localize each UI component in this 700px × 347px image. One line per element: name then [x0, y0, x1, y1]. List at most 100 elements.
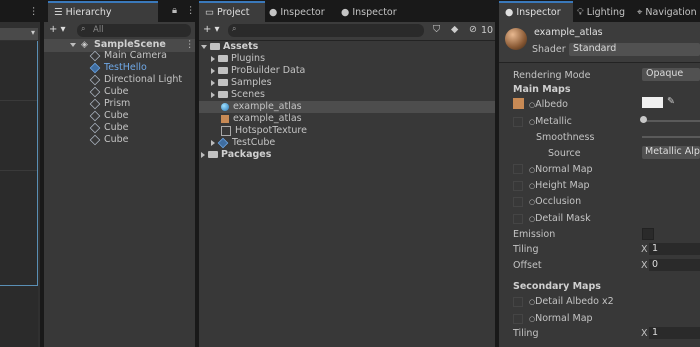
gameobject-icon — [89, 134, 101, 145]
hidden-packages-icon[interactable]: ⊘ — [469, 24, 477, 35]
packages-folder[interactable]: Packages — [201, 149, 271, 161]
normal-map-label[interactable]: ○Normal Map — [529, 164, 593, 175]
list-item[interactable]: HotspotTexture — [221, 125, 307, 137]
normal-map-2-label[interactable]: ○Normal Map — [529, 313, 593, 324]
list-item[interactable]: Plugins — [211, 53, 265, 65]
offset-x-value: 0 — [652, 259, 659, 270]
detail-albedo-texture-slot[interactable] — [513, 297, 523, 307]
tab-inspector[interactable]: ● Inspector — [263, 3, 331, 22]
offset-label: Offset — [513, 260, 542, 271]
more-options-icon[interactable]: ⋮ — [29, 6, 39, 17]
list-item[interactable]: Prism — [89, 98, 130, 110]
grid-line — [0, 100, 38, 101]
tiling-label: Tiling — [513, 244, 539, 255]
detail-mask-texture-slot[interactable] — [513, 214, 523, 224]
metallic-slider[interactable] — [642, 120, 700, 122]
tiling-x-value: 1 — [652, 243, 659, 254]
more-options-icon[interactable]: ⋮ — [185, 39, 195, 51]
emission-checkbox[interactable] — [642, 228, 654, 240]
height-map-texture-slot[interactable] — [513, 181, 523, 191]
offset-x-field[interactable]: 0 — [649, 259, 700, 271]
occlusion-texture-slot[interactable] — [513, 197, 523, 207]
metallic-label[interactable]: ○Metallic — [529, 116, 572, 127]
scene-grid — [0, 41, 38, 347]
list-item[interactable]: Scenes — [211, 89, 265, 101]
scene-dropdown[interactable]: ▾ — [0, 28, 38, 40]
light-bulb-icon: 💡︎ — [577, 7, 584, 18]
scene-toolbar: ⋮ — [0, 0, 40, 22]
tab-inspector[interactable]: ● Inspector — [335, 3, 403, 22]
assets-folder[interactable]: Assets — [201, 41, 258, 53]
list-item[interactable]: ProBuilder Data — [211, 65, 305, 77]
script-icon — [221, 125, 231, 136]
main-maps-heading: Main Maps — [513, 84, 571, 95]
shader-label: Shader — [532, 44, 566, 55]
search-icon: ⌕ — [81, 24, 86, 33]
tab-inspector[interactable]: ● Inspector — [499, 1, 573, 22]
list-item-label: example_atlas — [233, 101, 302, 112]
list-item[interactable]: Samples — [211, 77, 272, 89]
tiling-x-field[interactable]: 1 — [649, 243, 700, 255]
search-input[interactable]: ⌕ All — [77, 24, 191, 37]
metallic-slider-handle[interactable] — [640, 116, 647, 123]
list-item[interactable]: Cube — [89, 122, 129, 134]
source-value: Metallic Alph — [645, 146, 700, 157]
filter-by-type-icon[interactable]: ⛉ — [433, 24, 440, 35]
list-item[interactable]: Main Camera — [89, 50, 167, 62]
folder-label: Assets — [223, 41, 259, 52]
tab-project[interactable]: ▭ Project — [199, 1, 265, 22]
normal-map-2-texture-slot[interactable] — [513, 314, 523, 324]
list-item[interactable]: TestCube — [211, 137, 275, 149]
search-input[interactable]: ⌕ — [228, 24, 424, 37]
add-button[interactable]: + ▾ — [203, 24, 220, 35]
offset-x-label: X — [641, 260, 648, 271]
list-item-label: Cube — [104, 86, 129, 97]
add-button[interactable]: + ▾ — [49, 24, 66, 35]
list-item[interactable]: Cube — [89, 134, 129, 146]
list-item[interactable]: example_atlas — [221, 113, 302, 125]
list-item[interactable]: Directional Light — [89, 74, 182, 86]
inspector-header: example_atlas Shader Standard — [499, 22, 700, 63]
label-icon[interactable]: ◆ — [451, 24, 458, 35]
tiling-2-label: Tiling — [513, 328, 539, 339]
tab-navigation[interactable]: ⌖ Navigation — [631, 3, 700, 22]
navigation-icon: ⌖ — [637, 7, 643, 18]
source-label: Source — [548, 148, 581, 159]
list-item[interactable]: Cube — [89, 86, 129, 98]
tab-hierarchy[interactable]: ☰ Hierarchy — [48, 1, 158, 22]
source-dropdown[interactable]: Metallic Alph — [642, 146, 700, 159]
shader-dropdown[interactable]: Standard — [569, 43, 700, 56]
detail-mask-label[interactable]: ○Detail Mask — [529, 213, 591, 224]
albedo-label[interactable]: ○Albedo — [529, 99, 568, 110]
list-item-label: Cube — [104, 134, 129, 145]
tab-label: Inspector — [516, 7, 561, 18]
height-map-label[interactable]: ○Height Map — [529, 180, 590, 191]
list-item-selected[interactable]: example_atlas — [199, 101, 495, 113]
rendering-mode-dropdown[interactable]: Opaque — [642, 68, 700, 81]
albedo-color-swatch[interactable] — [642, 97, 663, 108]
material-sphere-icon — [221, 102, 229, 111]
tiling-2-x-field[interactable]: 1 — [649, 327, 700, 339]
list-item[interactable]: Cube — [89, 110, 129, 122]
expand-icon[interactable] — [70, 42, 76, 47]
emission-label: Emission — [513, 229, 556, 240]
occlusion-label[interactable]: ○Occlusion — [529, 196, 581, 207]
eyedropper-icon[interactable]: ✎ — [667, 96, 675, 107]
list-item-label: TestCube — [232, 137, 276, 148]
smoothness-slider[interactable] — [642, 136, 700, 138]
search-placeholder: All — [93, 25, 104, 35]
tab-lighting[interactable]: 💡︎ Lighting — [571, 3, 631, 22]
folder-icon — [218, 79, 228, 86]
gameobject-icon — [89, 122, 101, 133]
lock-icon[interactable]: 🔒︎ — [172, 5, 177, 16]
albedo-texture-slot[interactable] — [513, 98, 524, 109]
texture-icon — [221, 114, 229, 123]
folder-icon — [208, 151, 218, 158]
list-item[interactable]: TestHello — [89, 62, 147, 74]
prefab-icon — [89, 62, 101, 73]
secondary-maps-heading: Secondary Maps — [513, 281, 601, 292]
normal-map-texture-slot[interactable] — [513, 164, 523, 174]
metallic-texture-slot[interactable] — [513, 117, 523, 127]
list-item-label: HotspotTexture — [235, 125, 307, 136]
detail-albedo-label[interactable]: ○Detail Albedo x2 — [529, 296, 614, 307]
